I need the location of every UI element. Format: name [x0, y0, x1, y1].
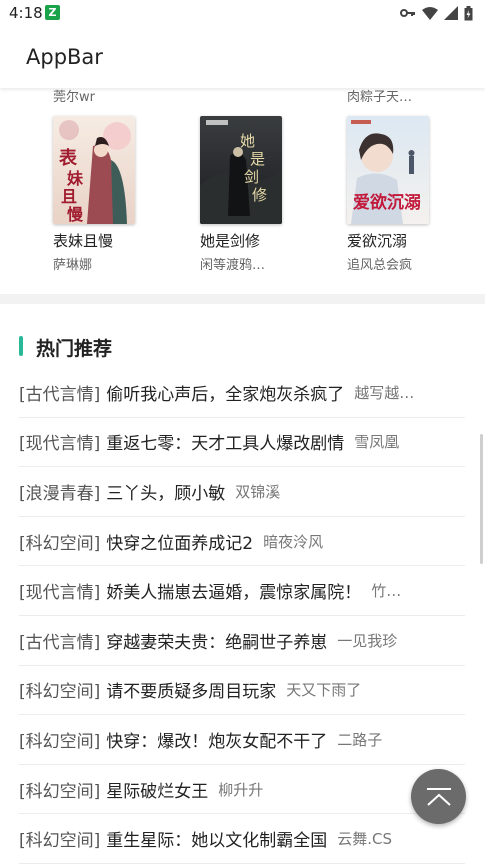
recommendation-list: [古代言情] 偷听我心声后，全家炮灰杀疯了 越写越… [现代言情] 重返七零：天…	[19, 368, 465, 864]
svg-text:妹: 妹	[66, 169, 84, 188]
svg-text:表: 表	[59, 147, 78, 169]
book-title: 她是剑修	[200, 232, 261, 250]
status-bar: 4:18 Z	[0, 0, 485, 26]
list-item[interactable]: [古代言情] 穿越妻荣夫贵：绝嗣世子养崽 一见我珍	[19, 616, 465, 666]
item-title: 快穿之位面养成记2	[106, 533, 254, 554]
item-author: 一见我珍	[337, 631, 398, 650]
item-author: 二路子	[337, 730, 383, 749]
item-title: 娇美人揣崽去逼婚，震惊家属院！	[106, 583, 362, 604]
item-author: 竹…	[371, 582, 402, 601]
app-bar: AppBar	[0, 26, 485, 88]
item-category: [科幻空间]	[19, 781, 101, 802]
list-item[interactable]: [现代言情] 娇美人揣崽去逼婚，震惊家属院！ 竹…	[19, 566, 465, 616]
list-item[interactable]: [现代言情] 重返七零：天才工具人爆改剧情 雪凤凰	[19, 418, 465, 468]
section-divider	[0, 294, 485, 304]
item-category: [科幻空间]	[19, 831, 101, 852]
book-cover: 爱欲沉溺	[347, 116, 429, 224]
book-cover: 表 妹 且 慢	[53, 116, 135, 224]
item-category: [现代言情]	[19, 434, 101, 455]
item-author: 云舞.CS	[337, 830, 393, 849]
section-title: 热门推荐	[36, 338, 113, 360]
item-author: 越写越…	[354, 383, 415, 402]
svg-text:且: 且	[61, 187, 77, 206]
svg-text:剑: 剑	[244, 168, 259, 186]
item-author: 双锦溪	[235, 482, 281, 501]
signal-icon	[444, 6, 458, 20]
svg-text:是: 是	[250, 150, 265, 168]
book-card[interactable]: 她 是 剑 修 她是剑修 闲等渡鸦…	[200, 116, 320, 273]
book-card[interactable]: 爱欲沉溺 爱欲沉溺 追风总会疯	[347, 116, 467, 273]
item-title: 星际破烂女王	[106, 781, 209, 802]
book-author: 萨琳娜	[53, 258, 93, 273]
book-title: 爱欲沉溺	[347, 232, 408, 250]
scroll-to-top-icon	[426, 787, 451, 806]
item-title: 三丫头，顾小敏	[106, 483, 226, 504]
item-title: 穿越妻荣夫贵：绝嗣世子养崽	[106, 632, 328, 653]
item-author: 雪凤凰	[354, 433, 400, 452]
battery-icon	[464, 5, 473, 20]
book-author: 追风总会疯	[347, 258, 413, 273]
item-title: 重返七零：天才工具人爆改剧情	[106, 434, 345, 455]
item-category: [科幻空间]	[19, 682, 101, 703]
item-category: [科幻空间]	[19, 533, 101, 554]
green-app-notification-icon: Z	[45, 5, 60, 20]
item-category: [古代言情]	[19, 632, 101, 653]
book-cover: 她 是 剑 修	[200, 116, 282, 224]
book-card[interactable]: 表 妹 且 慢 表妹且慢 萨琳娜	[53, 116, 173, 273]
item-title: 请不要质疑多周目玩家	[106, 682, 277, 703]
item-author: 天又下雨了	[286, 681, 362, 700]
section-accent-bar	[19, 336, 23, 356]
list-item[interactable]: [科幻空间] 星际破烂女王 柳升升	[19, 765, 465, 815]
list-item[interactable]: [科幻空间] 快穿之位面养成记2 暗夜泠风	[19, 517, 465, 567]
scroll-to-top-button[interactable]	[411, 769, 466, 824]
app-bar-title: AppBar	[26, 45, 103, 69]
svg-text:慢: 慢	[67, 205, 84, 224]
list-item[interactable]: [科幻空间] 快穿：爆改！炮灰女配不干了 二路子	[19, 715, 465, 765]
book-title: 表妹且慢	[53, 232, 114, 250]
svg-text:修: 修	[252, 186, 267, 204]
scrollbar-thumb[interactable]	[480, 434, 483, 564]
item-title: 快穿：爆改！炮灰女配不干了	[106, 731, 328, 752]
book-author: 莞尔wr	[53, 90, 95, 105]
item-category: [浪漫青春]	[19, 483, 101, 504]
item-category: [科幻空间]	[19, 731, 101, 752]
item-title: 偷听我心声后，全家炮灰杀疯了	[106, 384, 345, 405]
svg-text:她: 她	[240, 132, 255, 150]
item-category: [古代言情]	[19, 384, 101, 405]
svg-text:爱欲沉溺: 爱欲沉溺	[353, 192, 421, 213]
status-time: 4:18	[9, 4, 43, 22]
item-author: 暗夜泠风	[263, 532, 324, 551]
key-icon	[400, 9, 415, 17]
list-item[interactable]: [浪漫青春] 三丫头，顾小敏 双锦溪	[19, 467, 465, 517]
book-author: 肉粽子天…	[347, 90, 413, 105]
status-icons	[400, 5, 473, 21]
list-item[interactable]: [科幻空间] 重生星际：她以文化制霸全国 云舞.CS	[19, 814, 465, 864]
item-category: [现代言情]	[19, 583, 101, 604]
list-item[interactable]: [科幻空间] 请不要质疑多周目玩家 天又下雨了	[19, 666, 465, 716]
wifi-icon	[422, 6, 438, 20]
book-author: 闲等渡鸦…	[200, 258, 266, 273]
item-title: 重生星际：她以文化制霸全国	[106, 831, 328, 852]
list-item[interactable]: [古代言情] 偷听我心声后，全家炮灰杀疯了 越写越…	[19, 368, 465, 418]
partial-book-row: 莞尔wr 肉粽子天…	[0, 86, 485, 106]
